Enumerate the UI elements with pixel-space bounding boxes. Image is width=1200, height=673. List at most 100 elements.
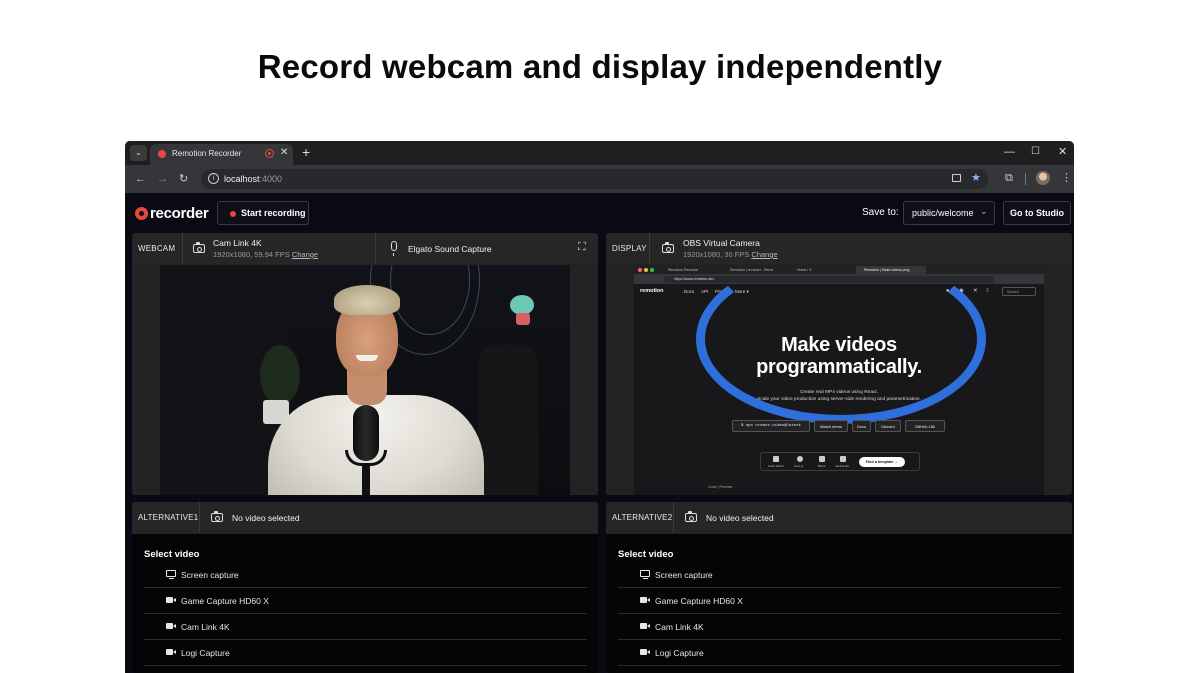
captured-theme-icon: ☾: [986, 288, 991, 294]
recorder-logo-mark-icon: [135, 206, 148, 220]
webcam-bg-object: [516, 313, 530, 325]
captured-find-template-button: Find a template →: [859, 457, 905, 467]
new-tab-button[interactable]: +: [302, 144, 310, 160]
webcam-bg-chair: [478, 345, 538, 495]
webcam-change-link[interactable]: Change: [292, 250, 318, 259]
alternative1-select-video: Select video Screen capture Game Capture…: [132, 534, 598, 673]
start-recording-label: Start recording: [241, 208, 306, 218]
video-option-game-capture[interactable]: Game Capture HD60 X: [618, 588, 1061, 614]
address-bar[interactable]: i localhost:4000 ★: [201, 169, 988, 189]
back-arrow-icon[interactable]: ←: [135, 172, 146, 186]
microphone-icon[interactable]: [391, 241, 397, 256]
captured-template-label: Blank: [818, 464, 826, 468]
monitor-icon: [640, 570, 650, 580]
captured-template-icon: [819, 456, 825, 462]
video-option-cam-link[interactable]: Cam Link 4K: [144, 614, 587, 640]
tab-search-chevron-icon[interactable]: ⌄: [130, 145, 147, 161]
browser-tab-remotion-recorder[interactable]: Remotion Recorder ✕: [150, 144, 293, 165]
captured-search-box: Search: [1002, 287, 1036, 296]
captured-nav-link: API: [701, 289, 709, 294]
camera-in-use-icon[interactable]: [952, 174, 961, 182]
camera-icon[interactable]: [685, 511, 697, 522]
captured-x-icon: ✕: [973, 288, 978, 294]
captured-zoom-dot: [650, 268, 654, 272]
captured-templates: Hello World Next.js Blank JavaScript Fin…: [760, 452, 920, 471]
page-headline: Record webcam and display independently: [257, 48, 943, 85]
camera-icon[interactable]: [193, 242, 205, 253]
captured-template-label: JavaScript: [835, 464, 850, 468]
video-camera-icon: [166, 597, 176, 603]
webcam-microphone-stand: [362, 465, 370, 495]
alternative1-label: ALTERNATIVE1: [138, 513, 199, 522]
select-video-title: Select video: [144, 549, 200, 560]
webcam-bg-object: [510, 295, 534, 315]
video-option-logi-capture[interactable]: Logi Capture: [618, 640, 1061, 666]
site-info-icon[interactable]: i: [208, 173, 219, 184]
camera-icon[interactable]: [211, 511, 223, 522]
browser-tab-strip: ⌄ Remotion Recorder ✕ + — ☐ ✕: [125, 141, 1074, 165]
video-option-cam-link[interactable]: Cam Link 4K: [618, 614, 1061, 640]
captured-button-row: $ npx create-video@latest Watch demo Doc…: [634, 420, 1044, 434]
alternative1-panel: ALTERNATIVE1 No video selected Select vi…: [132, 502, 598, 673]
audio-source-name: Elgato Sound Capture: [408, 244, 492, 254]
divider: [673, 502, 674, 533]
window-close-icon[interactable]: ✕: [1058, 145, 1067, 159]
bookmark-star-icon[interactable]: ★: [971, 171, 981, 184]
captured-button: GitHub 18k: [905, 420, 945, 432]
tab-close-icon[interactable]: ✕: [280, 147, 288, 158]
minimize-icon[interactable]: —: [1004, 145, 1015, 159]
webcam-source-name: Cam Link 4K: [213, 238, 262, 248]
webcam-panel-header: WEBCAM Cam Link 4K 1920x1080, 59.94 FPS …: [132, 233, 598, 264]
webcam-preview: [160, 265, 570, 495]
display-preview: Remotion Recorder Remotion | recorder - …: [634, 265, 1044, 495]
video-option-label: Logi Capture: [181, 648, 230, 658]
video-camera-icon: [166, 623, 176, 629]
remotion-favicon-icon: [158, 150, 166, 158]
captured-minimize-dot: [644, 268, 648, 272]
captured-nav-link: Docs: [684, 289, 695, 294]
chevron-down-icon: ⌄: [980, 206, 988, 216]
captured-website: remotion Docs API Pricing More ▾ ● ◉ ✕ ☾…: [634, 265, 1044, 495]
video-option-screen-capture[interactable]: Screen capture: [618, 562, 1061, 588]
display-change-link[interactable]: Change: [751, 250, 777, 259]
browser-menu-kebab-icon[interactable]: ⋮: [1061, 171, 1072, 184]
captured-template-icon: [797, 456, 803, 462]
webcam-panel: WEBCAM Cam Link 4K 1920x1080, 59.94 FPS …: [132, 233, 598, 495]
camera-icon[interactable]: [662, 242, 674, 253]
display-label: DISPLAY: [612, 244, 647, 253]
captured-button: Docs: [852, 420, 871, 432]
save-to-value: public/welcome: [912, 208, 974, 218]
webcam-bg-plant: [260, 345, 300, 405]
record-dot-icon: [230, 211, 236, 217]
save-to-select[interactable]: public/welcome ⌄: [903, 201, 995, 225]
alternative1-status: No video selected: [232, 513, 300, 523]
video-camera-icon: [640, 649, 650, 655]
display-panel: DISPLAY OBS Virtual Camera 1920x1080, 30…: [606, 233, 1072, 495]
start-recording-button[interactable]: Start recording: [217, 201, 309, 225]
go-to-studio-button[interactable]: Go to Studio: [1003, 201, 1071, 225]
captured-hero-subtitle: Create real MP4 videos using React. Scal…: [757, 390, 921, 402]
alternative2-panel-header: ALTERNATIVE2 No video selected: [606, 502, 1072, 533]
alternative2-label: ALTERNATIVE2: [612, 513, 673, 522]
captured-hero-title: Make videos programmatically.: [756, 334, 922, 378]
alternative2-status: No video selected: [706, 513, 774, 523]
profile-avatar[interactable]: [1036, 171, 1050, 185]
maximize-icon[interactable]: ☐: [1031, 145, 1040, 159]
video-option-screen-capture[interactable]: Screen capture: [144, 562, 587, 588]
captured-button: Watch demo: [814, 420, 848, 432]
video-camera-icon: [166, 649, 176, 655]
display-source-name: OBS Virtual Camera: [683, 238, 760, 248]
save-to-label: Save to:: [862, 207, 899, 218]
video-option-logi-capture[interactable]: Logi Capture: [144, 640, 587, 666]
alternative1-panel-header: ALTERNATIVE1 No video selected: [132, 502, 598, 533]
extensions-puzzle-icon[interactable]: ⧉: [1005, 172, 1013, 185]
reload-icon[interactable]: ↻: [179, 172, 188, 186]
display-source-meta: 1920x1080, 30 FPS Change: [683, 250, 778, 259]
crop-icon[interactable]: ⛶: [578, 241, 586, 254]
forward-arrow-icon[interactable]: →: [157, 172, 168, 186]
monitor-icon: [166, 570, 176, 580]
video-option-label: Screen capture: [181, 570, 239, 580]
video-option-label: Cam Link 4K: [181, 622, 230, 632]
video-option-game-capture[interactable]: Game Capture HD60 X: [144, 588, 587, 614]
tab-title: Remotion Recorder: [172, 149, 242, 158]
